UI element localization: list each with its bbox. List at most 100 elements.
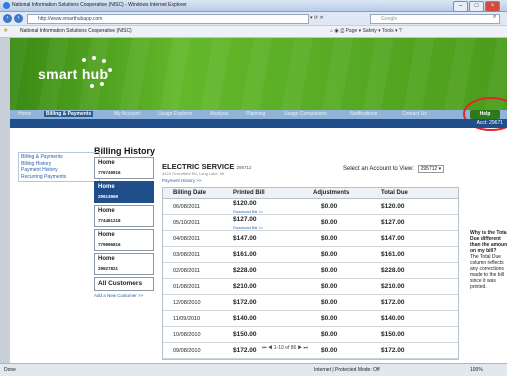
refresh-stop-icons[interactable]: ▾ ⟳ ✕ bbox=[310, 15, 324, 21]
account-item[interactable]: Home 29927821 bbox=[94, 253, 154, 275]
printed-bill-cell: $172.00 bbox=[233, 347, 257, 354]
total-due-cell: $210.00 bbox=[381, 283, 405, 290]
minimize-button[interactable]: – bbox=[453, 1, 468, 12]
close-icon[interactable]: × bbox=[485, 1, 500, 12]
adjustment-cell: $0.00 bbox=[321, 235, 338, 242]
account-item-selected[interactable]: Home 29913969 bbox=[94, 181, 154, 203]
command-items[interactable]: ⌂ ◉ ⎙ Page ▾ Safety ▾ Tools ▾ ? bbox=[330, 28, 402, 34]
nav-my-account[interactable]: My Account bbox=[114, 111, 140, 117]
add-customer-link[interactable]: Add a New Customer >> bbox=[94, 293, 154, 298]
total-due-cell: $228.00 bbox=[381, 267, 405, 274]
total-due-cell: $172.00 bbox=[381, 299, 405, 306]
nav-home[interactable]: Home bbox=[18, 111, 31, 117]
adjustment-cell: $0.00 bbox=[321, 331, 338, 338]
billing-table: Billing Date Printed Bill Adjustments To… bbox=[162, 187, 459, 360]
first-page-icon[interactable]: ⏮ bbox=[262, 345, 267, 351]
nav-contact-us[interactable]: Contact Us bbox=[402, 111, 427, 117]
table-row: 04/08/2011 $147.00 $0.00 $147.00 bbox=[163, 231, 458, 247]
total-due-cell: $140.00 bbox=[381, 315, 405, 322]
billing-date-cell: 10/08/2010 bbox=[173, 332, 201, 338]
printed-bill-cell: $210.00 bbox=[233, 283, 257, 290]
printed-bill-cell: $150.00 bbox=[233, 331, 257, 338]
download-bill-link[interactable]: Download Bill >> bbox=[233, 225, 263, 230]
adjustment-cell: $0.00 bbox=[321, 203, 338, 210]
print-icon[interactable]: ⎙ bbox=[340, 28, 344, 34]
next-page-icon[interactable]: ▶ bbox=[298, 345, 302, 351]
table-row: 10/08/2010 $150.00 $0.00 $150.00 bbox=[163, 327, 458, 343]
account-list: Home 776749916 Home 29913969 Home 774461… bbox=[94, 157, 154, 298]
page-title: Billing History bbox=[94, 146, 156, 156]
payment-history-link[interactable]: Payment History >> bbox=[162, 178, 202, 183]
total-due-cell: $120.00 bbox=[381, 203, 405, 210]
col-billing-date[interactable]: Billing Date bbox=[173, 190, 206, 196]
last-page-icon[interactable]: ⏭ bbox=[304, 345, 309, 351]
table-row: 05/10/2011 $127.00 $0.00 $127.00 Download Bi… bbox=[163, 215, 458, 231]
nav-usage-explorer[interactable]: Usage Explorer bbox=[158, 111, 192, 117]
table-body: 06/08/2011 $120.00 $0.00 $120.00 Download Bi… bbox=[163, 199, 458, 359]
table-row: 01/08/2011 $210.00 $0.00 $210.00 bbox=[163, 279, 458, 295]
window-title-bar: National Information Solutions Cooperati… bbox=[0, 0, 507, 12]
site-header: smart hub bbox=[10, 38, 507, 110]
nav-billing-payments[interactable]: Billing & Payments bbox=[44, 111, 94, 117]
url-input[interactable]: http://www.smarthubapp.com bbox=[27, 14, 309, 24]
status-bar: Done Internet | Protected Mode: Off 100% bbox=[0, 363, 507, 376]
pagination: ⏮ ◀ 1-10 of 86 ▶ ⏭ bbox=[262, 345, 308, 351]
adjustment-cell: $0.00 bbox=[321, 219, 338, 226]
service-title: ELECTRIC SERVICE 295712 bbox=[162, 162, 252, 171]
download-bill-link[interactable]: Download Bill >> bbox=[233, 209, 263, 214]
nav-planning[interactable]: Planning bbox=[246, 111, 265, 117]
feeds-icon[interactable]: ◉ bbox=[334, 28, 338, 34]
total-due-cell: $161.00 bbox=[381, 251, 405, 258]
favorites-star-icon[interactable]: ★ bbox=[3, 27, 8, 34]
table-row: 03/08/2011 $161.00 $0.00 $161.00 bbox=[163, 247, 458, 263]
account-item[interactable]: Home 774461218 bbox=[94, 205, 154, 227]
window-title: National Information Solutions Cooperati… bbox=[12, 2, 187, 8]
col-total-due[interactable]: Total Due bbox=[381, 190, 408, 196]
back-arrow-icon[interactable]: ‹ bbox=[3, 14, 12, 23]
page-range: 1-10 of 86 bbox=[273, 345, 297, 351]
account-item[interactable]: Home 776749916 bbox=[94, 157, 154, 179]
menu-safety[interactable]: Safety bbox=[363, 28, 377, 34]
smarthub-logo[interactable]: smart hub bbox=[38, 56, 112, 88]
account-bar: Acct: 29671 bbox=[10, 119, 507, 128]
account-item[interactable]: Home 779896816 bbox=[94, 229, 154, 251]
total-due-cell: $127.00 bbox=[381, 219, 405, 226]
tab-title[interactable]: National Information Solutions Cooperati… bbox=[20, 28, 132, 34]
note-question: Why is the Total Due different than the … bbox=[470, 230, 507, 254]
prev-page-icon[interactable]: ◀ bbox=[268, 345, 272, 351]
menu-tools[interactable]: Tools bbox=[382, 28, 394, 34]
printed-bill-cell: $140.00 bbox=[233, 315, 257, 322]
zoom-level[interactable]: 100% bbox=[470, 367, 483, 373]
table-row: 02/08/2011 $228.00 $0.00 $228.00 bbox=[163, 263, 458, 279]
forward-arrow-icon[interactable]: › bbox=[14, 14, 23, 23]
total-due-note: Why is the Total Due different than the … bbox=[470, 230, 507, 290]
account-selector-label: Select an Account to View: bbox=[343, 166, 414, 172]
ie-logo-icon bbox=[3, 2, 10, 9]
all-customers-button[interactable]: All Customers bbox=[94, 277, 154, 291]
maximize-button[interactable]: □ bbox=[469, 1, 484, 12]
col-adjustments[interactable]: Adjustments bbox=[313, 190, 349, 196]
help-question-icon[interactable]: ? bbox=[399, 28, 402, 34]
table-row: 12/08/2010 $172.00 $0.00 $172.00 bbox=[163, 295, 458, 311]
nav-notifications[interactable]: Notifications bbox=[350, 111, 377, 117]
adjustment-cell: $0.00 bbox=[321, 267, 338, 274]
home-icon[interactable]: ⌂ bbox=[330, 28, 333, 34]
billing-date-cell: 05/10/2011 bbox=[173, 220, 201, 226]
status-text: Done bbox=[4, 367, 16, 373]
account-select[interactable]: 295712 ▾ bbox=[417, 165, 445, 173]
search-icon[interactable]: ⌕ bbox=[493, 14, 496, 21]
adjustment-cell: $0.00 bbox=[321, 315, 338, 322]
account-number-label: Acct: 29671 bbox=[476, 120, 503, 126]
search-input[interactable]: Google bbox=[370, 14, 500, 24]
col-printed-bill[interactable]: Printed Bill bbox=[233, 190, 265, 196]
note-answer: The Total Due column reflects any correc… bbox=[470, 254, 504, 290]
total-due-cell: $150.00 bbox=[381, 331, 405, 338]
menu-page[interactable]: Page bbox=[346, 28, 358, 34]
printed-bill-cell: $120.00 bbox=[233, 200, 257, 207]
nav-analysis[interactable]: Analysis bbox=[210, 111, 229, 117]
billing-date-cell: 04/08/2011 bbox=[173, 236, 201, 242]
printed-bill-cell: $147.00 bbox=[233, 235, 257, 242]
nav-usage-comparison[interactable]: Usage Comparison bbox=[284, 111, 327, 117]
billing-date-cell: 09/08/2010 bbox=[173, 348, 201, 354]
link-recurring-payments[interactable]: Recurring Payments bbox=[21, 174, 97, 181]
